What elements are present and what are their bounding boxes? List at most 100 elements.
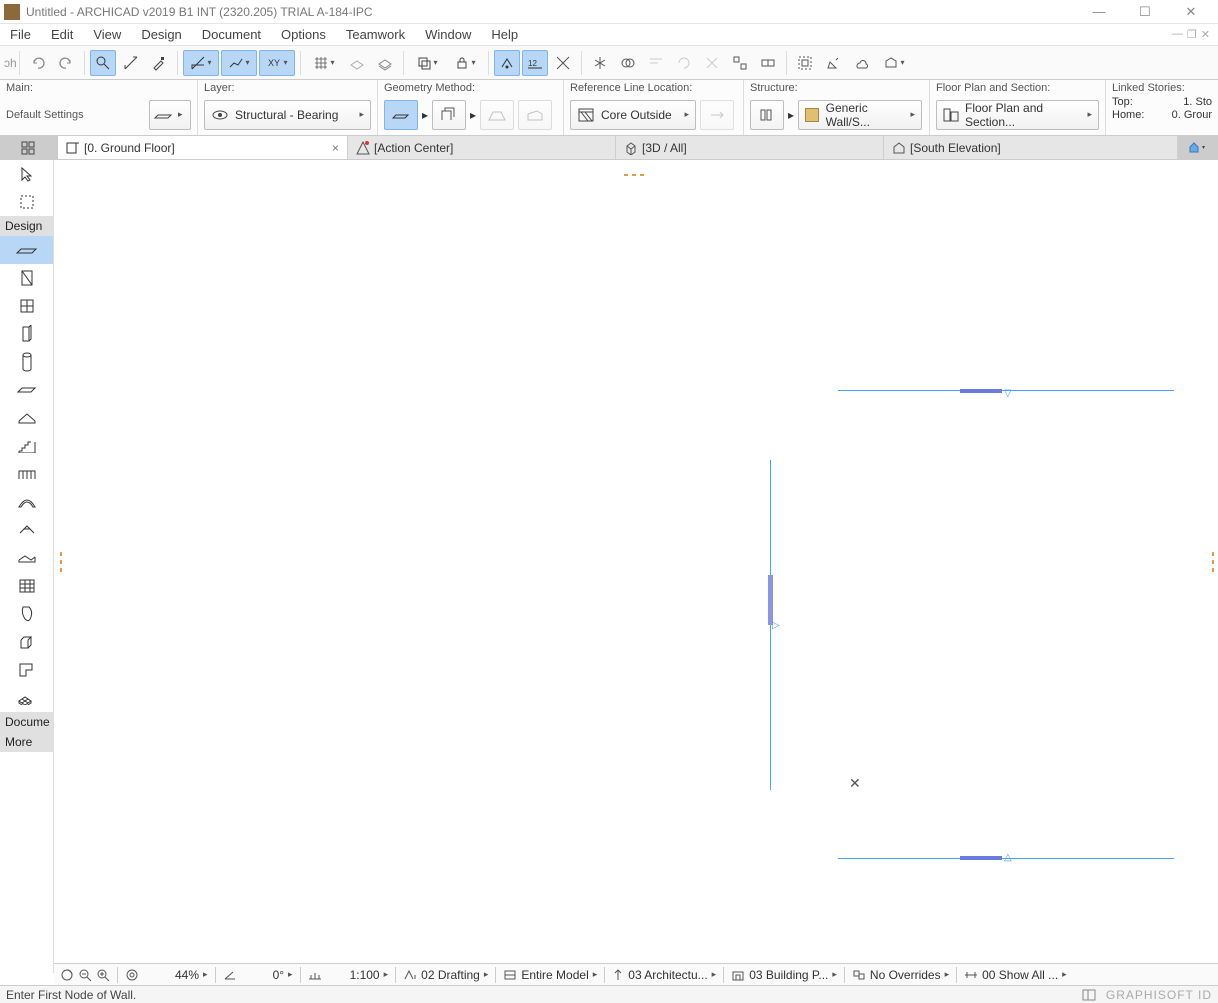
group-button[interactable] — [792, 50, 818, 76]
undo-button[interactable] — [25, 50, 51, 76]
section-design[interactable]: Design — [0, 216, 53, 236]
pick-button[interactable] — [90, 50, 116, 76]
panel-icon[interactable] — [1082, 989, 1096, 1001]
close-tab-icon[interactable]: × — [332, 141, 339, 155]
fit-button[interactable] — [125, 968, 139, 982]
section-document[interactable]: Docume — [0, 712, 53, 732]
zone-tool[interactable] — [0, 656, 53, 684]
refline-flip[interactable] — [700, 100, 734, 130]
stair-tool[interactable] — [0, 432, 53, 460]
arrow-tool[interactable] — [0, 160, 53, 188]
menu-file[interactable]: File — [0, 27, 41, 42]
showall-value[interactable]: 00 Show All ... — [982, 968, 1058, 982]
drafting-value[interactable]: 02 Drafting — [421, 968, 480, 982]
grid-element-tool[interactable] — [0, 684, 53, 712]
layer-dropdown[interactable]: Structural - Bearing ▸ — [204, 100, 371, 130]
eyedropper-button[interactable] — [146, 50, 172, 76]
mdi-close-icon[interactable]: ✕ — [1201, 28, 1210, 41]
chevron-icon[interactable]: ▸ — [288, 969, 293, 980]
chevron-icon[interactable]: ▸ — [384, 969, 389, 980]
orbit-button[interactable] — [60, 968, 74, 982]
grid-button[interactable]: ▾ — [306, 50, 342, 76]
layer-plane-button[interactable] — [372, 50, 398, 76]
menu-teamwork[interactable]: Teamwork — [336, 27, 415, 42]
mesh-tool[interactable] — [0, 544, 53, 572]
measure-button[interactable] — [118, 50, 144, 76]
geom-trapezoid[interactable] — [480, 100, 514, 130]
geom-curved[interactable] — [432, 100, 466, 130]
menu-view[interactable]: View — [83, 27, 131, 42]
door-tool[interactable] — [0, 264, 53, 292]
structure-dropdown[interactable]: Generic Wall/S... ▸ — [798, 100, 922, 130]
redo-button[interactable] — [53, 50, 79, 76]
section-more[interactable]: More — [0, 732, 53, 752]
brand-text[interactable]: GRAPHISOFT ID — [1106, 988, 1212, 1002]
menu-document[interactable]: Document — [192, 27, 271, 42]
skylight-tool[interactable] — [0, 516, 53, 544]
mdi-minimize-icon[interactable]: — — [1172, 28, 1183, 41]
wall-options-button[interactable]: ▾ — [876, 50, 912, 76]
box-button[interactable]: ▾ — [409, 50, 445, 76]
model-value[interactable]: Entire Model — [521, 968, 588, 982]
marquee-tool[interactable] — [0, 188, 53, 216]
arch-value[interactable]: 03 Architectu... — [628, 968, 707, 982]
shell-tool[interactable] — [0, 488, 53, 516]
drawing-canvas[interactable]: ▽ ▷ ✕ △ — [54, 160, 1218, 973]
mirror-button[interactable] — [699, 50, 725, 76]
chevron-icon[interactable]: ▸ — [945, 969, 950, 980]
overrides-value[interactable]: No Overrides — [870, 968, 941, 982]
tab-end-button[interactable] — [1178, 136, 1218, 159]
edit-button[interactable] — [820, 50, 846, 76]
chevron-icon[interactable]: ▸ — [832, 969, 837, 980]
align-button[interactable] — [643, 50, 669, 76]
menu-edit[interactable]: Edit — [41, 27, 83, 42]
window-tool[interactable] — [0, 292, 53, 320]
ruler12-button[interactable]: 12 — [522, 50, 548, 76]
zoom-out-button[interactable] — [78, 968, 92, 982]
split-button[interactable] — [587, 50, 613, 76]
object-tool[interactable] — [0, 628, 53, 656]
chevron-icon[interactable]: ▸ — [484, 969, 489, 980]
roof-tool[interactable] — [0, 404, 53, 432]
chevron-icon[interactable]: ▸ — [203, 969, 208, 980]
ruler-button[interactable]: ▾ — [183, 50, 219, 76]
intersect-button[interactable] — [615, 50, 641, 76]
chevron-icon[interactable]: ▸ — [712, 969, 717, 980]
menu-help[interactable]: Help — [481, 27, 528, 42]
structure-basic[interactable] — [750, 100, 784, 130]
xy-button[interactable]: XY▾ — [259, 50, 295, 76]
lock-button[interactable]: ▾ — [447, 50, 483, 76]
chart-button[interactable]: ▾ — [221, 50, 257, 76]
maximize-button[interactable]: ☐ — [1122, 0, 1168, 24]
mdi-restore-icon[interactable]: ❐ — [1187, 28, 1197, 41]
floorplan-dropdown[interactable]: Floor Plan and Section... ▸ — [936, 100, 1099, 130]
wall-icon-button[interactable]: ▸ — [149, 100, 191, 130]
array-button[interactable] — [727, 50, 753, 76]
geom-straight[interactable] — [384, 100, 418, 130]
close-button[interactable]: ✕ — [1168, 0, 1214, 24]
scale-value[interactable]: 1:100 — [350, 968, 380, 982]
tab-3d[interactable]: [3D / All] — [616, 136, 884, 159]
zoom-value[interactable]: 44% — [175, 968, 199, 982]
geom-poly[interactable] — [518, 100, 552, 130]
rotate-button[interactable] — [671, 50, 697, 76]
tab-overview[interactable] — [0, 136, 58, 159]
slab-tool[interactable] — [0, 376, 53, 404]
building-value[interactable]: 03 Building P... — [749, 968, 828, 982]
attach-button[interactable] — [755, 50, 781, 76]
minimize-button[interactable]: — — [1076, 0, 1122, 24]
morph-tool[interactable] — [0, 600, 53, 628]
chevron-icon[interactable]: ▸ — [593, 969, 598, 980]
snap-button[interactable] — [494, 50, 520, 76]
tab-elevation[interactable]: [South Elevation] — [884, 136, 1178, 159]
beam-tool[interactable] — [0, 348, 53, 376]
chevron-icon[interactable]: ▸ — [1062, 969, 1067, 980]
trim-button[interactable] — [550, 50, 576, 76]
tab-ground-floor[interactable]: [0. Ground Floor] × — [58, 136, 348, 159]
curtain-tool[interactable] — [0, 572, 53, 600]
menu-design[interactable]: Design — [131, 27, 191, 42]
railing-tool[interactable] — [0, 460, 53, 488]
cloud-button[interactable] — [848, 50, 874, 76]
wall-tool[interactable] — [0, 236, 53, 264]
column-tool[interactable] — [0, 320, 53, 348]
